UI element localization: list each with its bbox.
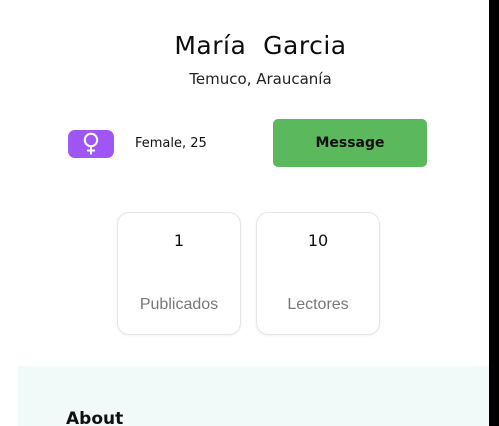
- stat-card-lectores[interactable]: 10 Lectores: [256, 212, 380, 335]
- about-title: About: [66, 409, 124, 426]
- about-section: About: [18, 366, 489, 426]
- female-symbol-icon: [83, 132, 99, 155]
- profile-location: Temuco, Araucanía: [189, 70, 332, 88]
- message-button[interactable]: Message: [273, 119, 427, 167]
- gender-badge: [68, 130, 114, 158]
- stat-value: 10: [307, 231, 329, 250]
- gender-age-text: Female, 25: [135, 136, 207, 151]
- stat-value: 1: [173, 231, 185, 250]
- profile-name: María Garcia: [174, 31, 347, 60]
- stat-label: Lectores: [287, 296, 349, 313]
- stat-card-publicados[interactable]: 1 Publicados: [117, 212, 241, 335]
- stat-label: Publicados: [139, 296, 219, 313]
- window-edge: [489, 0, 499, 426]
